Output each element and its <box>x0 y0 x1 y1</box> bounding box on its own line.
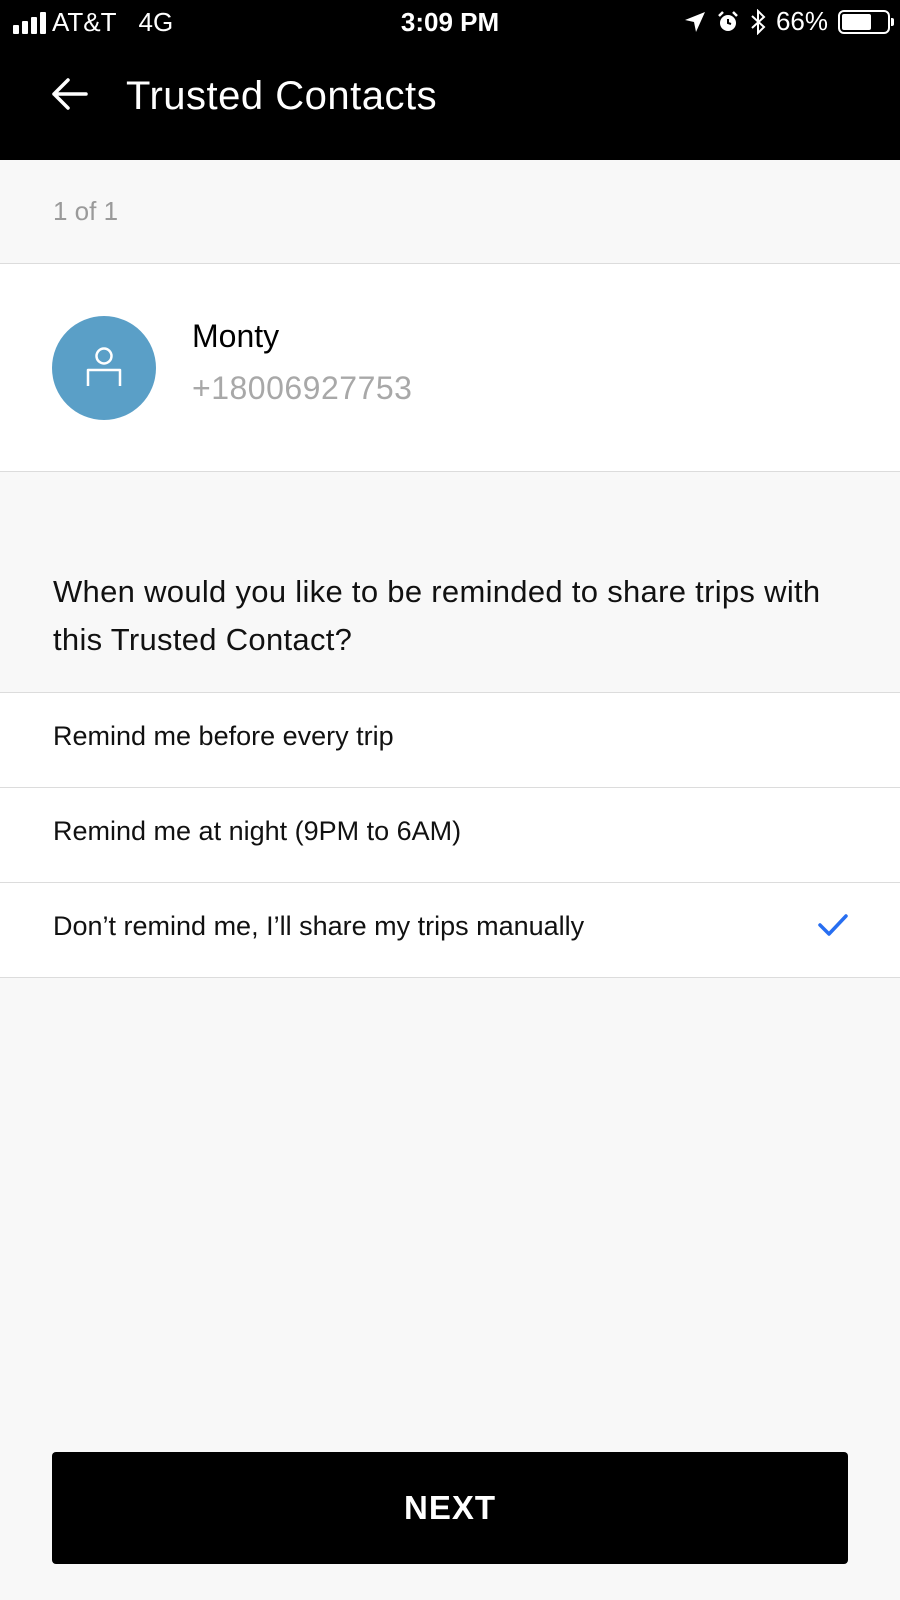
option-label: Remind me before every trip <box>53 721 394 751</box>
arrow-left-icon <box>52 78 88 110</box>
battery-fill <box>842 13 872 30</box>
contact-phone: +18006927753 <box>192 370 413 406</box>
alarm-icon <box>718 10 738 31</box>
reminder-question: When would you like to be reminded to sh… <box>53 574 821 657</box>
checkmark-icon <box>818 914 848 936</box>
back-button[interactable] <box>50 74 94 118</box>
app-header: Trusted Contacts <box>0 44 900 160</box>
battery-percent: 66% <box>775 6 828 36</box>
contact-card: Monty +18006927753 <box>0 264 900 472</box>
reminder-options: Remind me before every trip Remind me at… <box>0 692 900 978</box>
option-label: Remind me at night (9PM to 6AM) <box>53 816 462 846</box>
avatar <box>52 316 156 420</box>
battery-icon <box>838 9 894 34</box>
next-button[interactable]: NEXT <box>52 1452 848 1564</box>
counter-row: 1 of 1 <box>0 160 900 264</box>
option-dont-remind[interactable]: Don’t remind me, I’ll share my trips man… <box>0 883 900 978</box>
option-before-every-trip[interactable]: Remind me before every trip <box>0 693 900 788</box>
page-title: Trusted Contacts <box>126 74 438 118</box>
option-label: Don’t remind me, I’ll share my trips man… <box>53 911 585 941</box>
person-icon <box>86 347 122 386</box>
location-icon <box>684 11 705 32</box>
status-bar: AT&T 4G 3:09 PM 66% <box>0 0 900 44</box>
bluetooth-icon <box>751 8 766 35</box>
status-right: 66% <box>684 6 894 37</box>
contact-name: Monty <box>192 318 280 354</box>
contact-counter: 1 of 1 <box>53 196 119 226</box>
option-at-night[interactable]: Remind me at night (9PM to 6AM) <box>0 788 900 883</box>
